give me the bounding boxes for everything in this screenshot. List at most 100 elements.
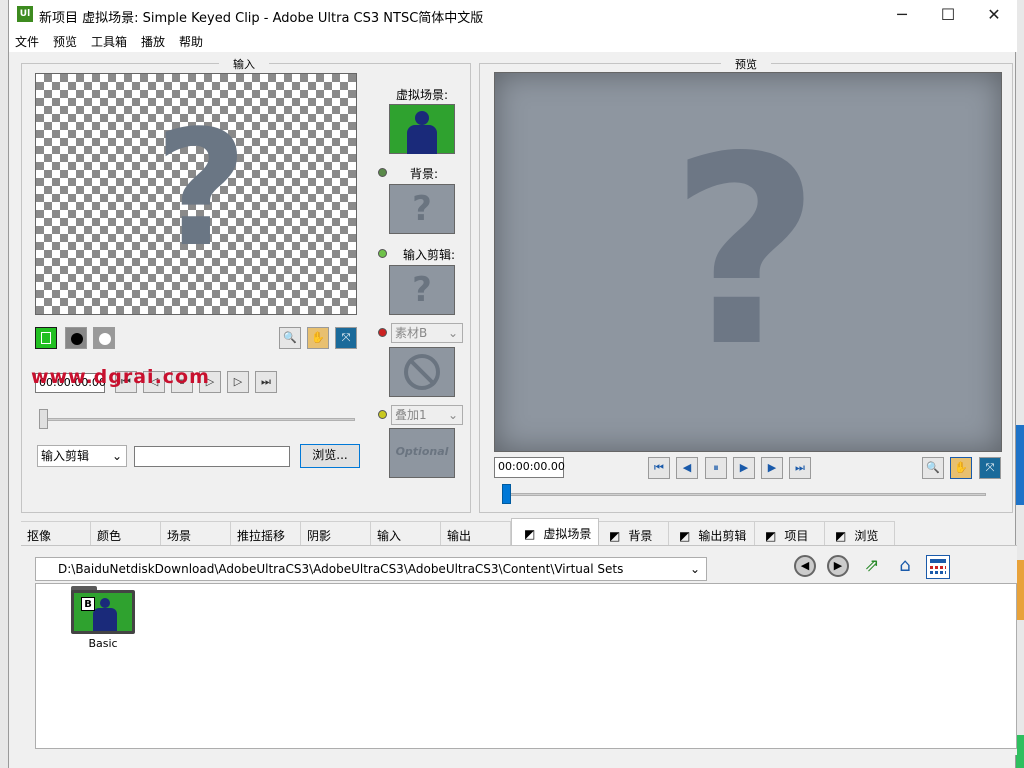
input-scrub-handle[interactable]	[39, 409, 48, 429]
input-scrub-track[interactable]	[39, 418, 355, 421]
tab-color[interactable]: 颜色	[91, 521, 161, 545]
preview-timecode[interactable]: 00:00:00.00	[494, 457, 565, 478]
input-panel-title: 输入	[219, 56, 269, 72]
tab-shadow[interactable]: 阴影	[301, 521, 371, 545]
input-clip-thumb[interactable]: ?	[389, 265, 455, 315]
close-button[interactable]: ✕	[971, 0, 1017, 30]
preview-scrub-track[interactable]	[504, 493, 986, 496]
pan-button[interactable]: ✋	[307, 327, 329, 349]
tab-output[interactable]: 输出	[441, 521, 511, 545]
preview-go-start-button[interactable]: ⏮	[648, 457, 670, 479]
tab-output-clip-label: 输出剪辑	[698, 529, 747, 543]
chevron-down-icon: ⌄	[111, 449, 122, 463]
zoom-button[interactable]: 🔍	[279, 327, 301, 349]
preview-step-back-button[interactable]: ◀	[676, 457, 698, 479]
home-icon: ⌂	[899, 555, 911, 576]
tab-background[interactable]: ◩ 背景	[599, 521, 669, 545]
menu-file[interactable]: 文件	[15, 33, 39, 50]
list-item-label: Basic	[88, 637, 118, 650]
file-list[interactable]: B Basic	[35, 583, 1017, 749]
tab-project[interactable]: ◩ 项目	[755, 521, 825, 545]
question-mark-icon: ?	[412, 270, 432, 310]
source-select-value: 输入剪辑	[41, 449, 90, 463]
skip-start-icon: ⏮	[654, 461, 664, 474]
menu-preview[interactable]: 预览	[53, 33, 77, 50]
input-go-end-button[interactable]: ⏭	[255, 371, 277, 393]
view-mode-button[interactable]	[926, 555, 950, 579]
material-led-icon	[378, 328, 387, 337]
person-body-icon	[93, 608, 117, 631]
pause-icon: ⏸	[713, 461, 719, 474]
tab-scene[interactable]: 场景	[161, 521, 231, 545]
menu-help[interactable]: 帮助	[179, 33, 203, 50]
virtual-scene-thumb[interactable]	[389, 104, 455, 154]
person-body-icon	[407, 125, 437, 154]
source-select[interactable]: 输入剪辑 ⌄	[37, 445, 127, 467]
desktop-right-accent	[1016, 425, 1024, 505]
app-icon: Ul	[17, 6, 33, 22]
mode-white-matte-button[interactable]	[93, 327, 115, 349]
tab-virtual-scene[interactable]: ◩ 虚拟场景	[511, 518, 599, 546]
background-thumb[interactable]: ?	[389, 184, 455, 234]
tab-browse-label: 浏览	[854, 529, 879, 543]
desktop-right-strip	[1016, 0, 1024, 768]
mode-green-button[interactable]	[35, 327, 57, 349]
path-combobox[interactable]: D:\BaiduNetdiskDownload\AdobeUltraCS3\Ad…	[35, 557, 707, 581]
square-icon	[41, 332, 51, 344]
list-item[interactable]: B	[71, 586, 135, 636]
magnifier-icon: 🔍	[283, 331, 297, 344]
overlay-thumb[interactable]: Optional	[389, 428, 455, 478]
preview-panel-title: 预览	[721, 56, 771, 72]
preview-scrub-handle[interactable]	[502, 484, 511, 504]
skip-end-icon: ⏭	[261, 375, 271, 388]
chevron-down-icon: ⌄	[447, 326, 458, 340]
preview-go-end-button[interactable]: ⏭	[789, 457, 811, 479]
tab-pan-zoom[interactable]: 推拉摇移	[231, 521, 301, 545]
background-label: 背景:	[409, 167, 439, 181]
grid-row-1	[930, 566, 946, 569]
tab-flag-icon: ◩	[609, 529, 621, 543]
preview-viewport[interactable]: ?	[494, 72, 1002, 452]
preview-pan-button[interactable]: ✋	[950, 457, 972, 479]
material-thumb[interactable]	[389, 347, 455, 397]
tab-browse[interactable]: ◩ 浏览	[825, 521, 895, 545]
input-path-field[interactable]	[134, 446, 290, 467]
menu-toolbox[interactable]: 工具箱	[91, 33, 127, 50]
home-button[interactable]: ⌂	[893, 555, 917, 579]
desktop-left-strip	[0, 0, 8, 768]
preview-play-button[interactable]: ▶	[733, 457, 755, 479]
input-step-forward-button[interactable]: ▷	[227, 371, 249, 393]
material-select[interactable]: 素材B ⌄	[391, 323, 463, 343]
watermark-text: www.dgrai.com	[31, 366, 210, 388]
optional-text: Optional	[395, 445, 449, 458]
fit-icon: ⤧	[341, 331, 351, 344]
preview-zoom-button[interactable]: 🔍	[922, 457, 944, 479]
skip-end-icon: ⏭	[795, 461, 805, 474]
overlay-select[interactable]: 叠加1 ⌄	[391, 405, 463, 425]
preview-pause-button[interactable]: ⏸	[705, 457, 727, 479]
preview-fit-button[interactable]: ⤧	[979, 457, 1001, 479]
tab-input[interactable]: 输入	[371, 521, 441, 545]
mode-black-matte-button[interactable]	[65, 327, 87, 349]
arrow-right-icon: ▶	[833, 559, 843, 572]
maximize-button[interactable]: ☐	[925, 0, 971, 30]
back-button[interactable]: ◀	[794, 555, 816, 577]
tab-keying[interactable]: 抠像	[21, 521, 91, 545]
minimize-button[interactable]: ─	[879, 0, 925, 30]
input-clip-led-icon	[378, 249, 387, 258]
browse-button[interactable]: 浏览...	[300, 444, 360, 468]
tab-project-label: 项目	[784, 529, 809, 543]
person-head-icon	[415, 111, 429, 125]
white-dot-icon	[99, 333, 111, 345]
menu-bar: 文件 预览 工具箱 播放 帮助	[9, 30, 1017, 52]
tab-output-clip[interactable]: ◩ 输出剪辑	[669, 521, 755, 545]
menu-play[interactable]: 播放	[141, 33, 165, 50]
input-viewport[interactable]: ?	[35, 73, 357, 315]
fit-button[interactable]: ⤧	[335, 327, 357, 349]
virtual-scene-label: 虚拟场景:	[395, 88, 449, 102]
preview-step-forward-button[interactable]: ▶	[761, 457, 783, 479]
forward-button[interactable]: ▶	[827, 555, 849, 577]
background-led-icon	[378, 168, 387, 177]
up-folder-button[interactable]: ⇗	[860, 555, 884, 579]
window-title: 新项目 虚拟场景: Simple Keyed Clip - Adobe Ultr…	[39, 11, 484, 26]
